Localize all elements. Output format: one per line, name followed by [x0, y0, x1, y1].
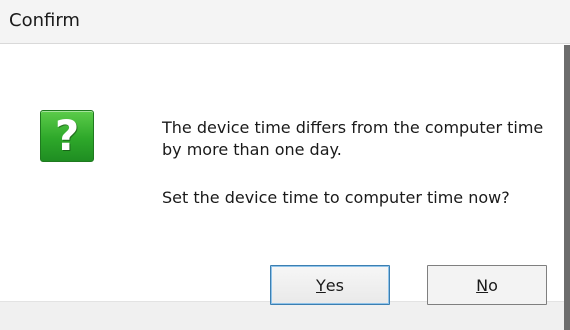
yes-button[interactable]: Yes [270, 265, 390, 305]
no-button[interactable]: No [427, 265, 547, 305]
no-button-label: o [488, 275, 498, 295]
yes-button-label: es [325, 275, 344, 295]
question-icon: ? [40, 110, 94, 162]
no-button-accelerator: N [476, 275, 489, 295]
title-bar[interactable]: Confirm [0, 0, 570, 44]
dialog-footer [0, 301, 564, 330]
message-text-question: Set the device time to computer time now… [162, 188, 510, 207]
dialog-title: Confirm [9, 10, 80, 31]
yes-button-accelerator: Y [316, 275, 326, 295]
window-edge [564, 45, 570, 330]
question-mark-glyph: ? [54, 111, 80, 160]
dialog-content [0, 45, 564, 301]
message-text-primary: The device time differs from the compute… [162, 118, 544, 159]
confirm-dialog: Confirm ? The device time differs from t… [0, 0, 570, 330]
